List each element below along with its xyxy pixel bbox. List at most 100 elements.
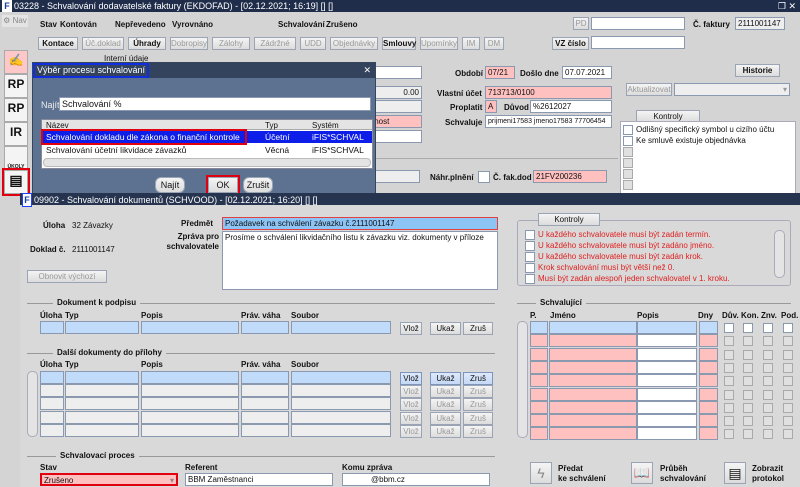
approver-cell[interactable]: [699, 387, 718, 401]
horizontal-scrollbar[interactable]: [43, 158, 371, 167]
approver-cell[interactable]: [549, 347, 637, 361]
sidebar-ir[interactable]: IR: [4, 122, 28, 146]
approval-protocol-icon[interactable]: ▤: [2, 168, 30, 196]
zrus-button[interactable]: Zruš: [463, 372, 493, 385]
approver-cell[interactable]: [530, 414, 548, 428]
approver-cell[interactable]: [549, 414, 637, 428]
recipient-field[interactable]: @bbm.cz: [342, 473, 490, 486]
attachment-cell[interactable]: [40, 423, 64, 437]
reason-field[interactable]: %2612027: [530, 100, 612, 113]
attachment-cell[interactable]: [141, 423, 239, 437]
tab-hrady[interactable]: Úhrady: [128, 37, 166, 50]
approver-checkbox[interactable]: [724, 362, 734, 373]
attachment-cell[interactable]: [65, 397, 139, 411]
account-field[interactable]: 713713/0100: [485, 86, 612, 99]
approver-checkbox[interactable]: [743, 429, 753, 440]
attachment-cell[interactable]: [40, 384, 64, 398]
sidebar-tasks[interactable]: ÚKOLY: [4, 146, 28, 170]
substitute-checkbox[interactable]: [478, 171, 490, 183]
ok-button[interactable]: OK: [206, 175, 240, 195]
check-checkbox[interactable]: [525, 274, 535, 284]
approver-checkbox[interactable]: [743, 376, 753, 387]
approver-checkbox[interactable]: [724, 349, 734, 360]
close-icon[interactable]: ✕: [363, 63, 371, 78]
attachment-cell[interactable]: [291, 410, 391, 424]
zrus-button[interactable]: Zruš: [463, 411, 493, 425]
approver-checkbox[interactable]: [763, 416, 773, 427]
find-button[interactable]: Najít: [155, 177, 185, 193]
approver-checkbox[interactable]: [743, 402, 753, 413]
approver-cell[interactable]: [530, 321, 548, 334]
approver-checkbox[interactable]: [783, 349, 793, 360]
approver-checkbox[interactable]: [783, 402, 793, 413]
approver-cell[interactable]: [699, 321, 718, 334]
tab-upomnky[interactable]: Upomínky: [420, 37, 458, 50]
tab-udd[interactable]: UDD: [300, 37, 326, 50]
tab-im[interactable]: IM: [462, 37, 480, 50]
approver-checkbox[interactable]: [783, 376, 793, 387]
approver-cell[interactable]: [549, 400, 637, 414]
column-header-system[interactable]: Systém: [312, 121, 339, 130]
approver-cell[interactable]: [549, 360, 637, 374]
column-header-name[interactable]: Název: [46, 121, 69, 130]
ukaz-button[interactable]: Ukaž: [430, 424, 461, 438]
attachment-cell[interactable]: [65, 384, 139, 398]
approver-checkbox[interactable]: [783, 362, 793, 373]
approver-cell[interactable]: [530, 347, 548, 361]
approver-checkbox[interactable]: [724, 429, 734, 440]
attachments-scrollbar[interactable]: [27, 371, 38, 437]
approver-cell[interactable]: [530, 334, 548, 348]
approver-checkbox[interactable]: [743, 323, 753, 333]
approver-checkbox[interactable]: [743, 362, 753, 373]
attachment-cell[interactable]: [291, 423, 391, 437]
attachment-cell[interactable]: [291, 371, 391, 384]
cancel-button[interactable]: Zrušit: [243, 177, 273, 193]
approver-checkbox[interactable]: [763, 429, 773, 440]
approver-checkbox[interactable]: [763, 336, 773, 347]
attachment-cell[interactable]: [241, 371, 289, 384]
approval-progress-label[interactable]: Průběh schvalování: [660, 464, 706, 484]
approver-cell[interactable]: [699, 360, 718, 374]
attachment-cell[interactable]: [65, 410, 139, 424]
document-cell[interactable]: [40, 321, 64, 334]
tab-dobropisy[interactable]: Dobropisy: [170, 37, 208, 50]
attachment-cell[interactable]: [141, 384, 239, 398]
approver-checkbox[interactable]: [783, 416, 793, 427]
approver-checkbox[interactable]: [743, 389, 753, 400]
approver-cell[interactable]: [637, 321, 697, 334]
pay-field[interactable]: A: [485, 100, 497, 113]
approver-cell[interactable]: [637, 427, 697, 441]
check-checkbox[interactable]: [525, 241, 535, 251]
approver-checkbox[interactable]: [783, 336, 793, 347]
period-field[interactable]: 07/21: [485, 66, 515, 79]
approver-checkbox[interactable]: [724, 323, 734, 333]
approver-checkbox[interactable]: [724, 336, 734, 347]
approval-progress-button[interactable]: 📖: [631, 462, 653, 484]
approver-cell[interactable]: [637, 387, 697, 401]
attachment-cell[interactable]: [65, 423, 139, 437]
restore-close-icon[interactable]: ❐ ✕: [778, 0, 796, 12]
approver-cell[interactable]: [549, 334, 637, 348]
zrus-button[interactable]: Zruš: [463, 385, 493, 399]
vz-number-field[interactable]: [591, 36, 685, 49]
approver-cell[interactable]: [637, 334, 697, 348]
attachment-cell[interactable]: [241, 384, 289, 398]
document-cell[interactable]: [241, 321, 289, 334]
show-protocol-label[interactable]: Zobrazit protokol: [752, 464, 784, 484]
history-button[interactable]: Historie: [735, 64, 780, 77]
vloz-button[interactable]: Vlož: [400, 385, 422, 399]
approver-checkbox[interactable]: [783, 389, 793, 400]
supplier-invoice-field[interactable]: 21FV200236: [533, 170, 607, 183]
approver-cell[interactable]: [637, 400, 697, 414]
vloz-button[interactable]: Vlož: [400, 398, 422, 412]
approver-checkbox[interactable]: [724, 376, 734, 387]
approver-cell[interactable]: [637, 414, 697, 428]
received-date-field[interactable]: 07.07.2021: [562, 66, 612, 79]
approver-cell[interactable]: [637, 360, 697, 374]
approver-checkbox[interactable]: [743, 336, 753, 347]
approver-checkbox[interactable]: [763, 323, 773, 333]
zrus-button[interactable]: Zruš: [463, 322, 493, 335]
state-select[interactable]: Zrušeno ▾: [40, 473, 178, 486]
pd-field[interactable]: [591, 17, 685, 30]
approver-cell[interactable]: [637, 347, 697, 361]
